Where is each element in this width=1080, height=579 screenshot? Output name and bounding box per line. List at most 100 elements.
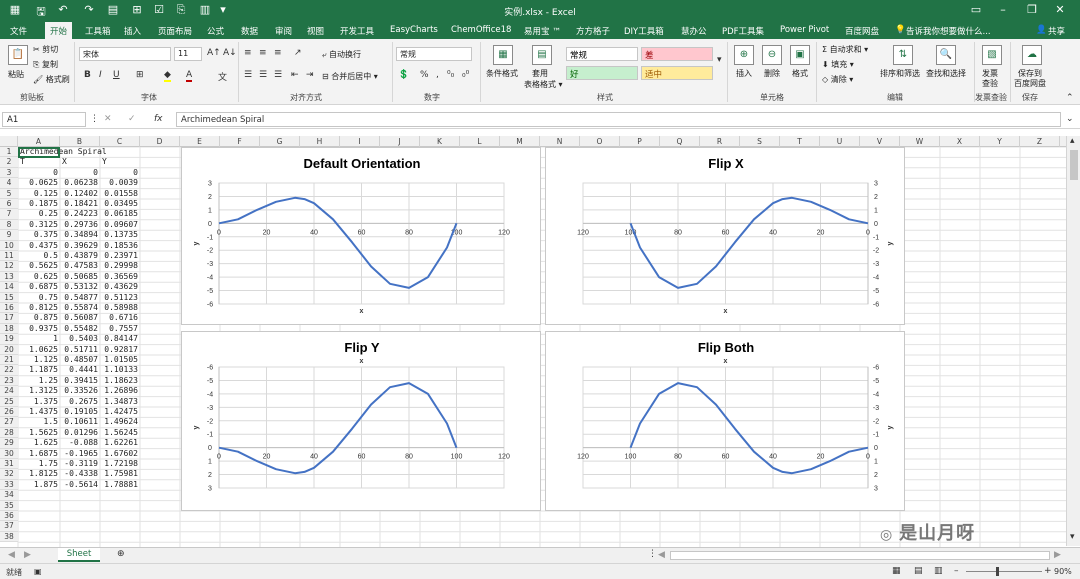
column-header[interactable]: I — [340, 136, 380, 147]
zoom-in-icon[interactable]: + — [1044, 566, 1052, 576]
table-cell[interactable]: 0.625 — [18, 272, 58, 282]
format-painter-button[interactable]: 🖌 格式刷 — [33, 74, 70, 85]
table-cell[interactable]: -0.5614 — [60, 480, 98, 490]
table-cell[interactable]: 0.3125 — [18, 220, 58, 230]
table-cell[interactable]: 1.6875 — [18, 449, 58, 459]
table-cell[interactable]: 1.72198 — [100, 459, 138, 469]
font-shrink-icon[interactable]: A↓ — [223, 48, 237, 58]
style-good[interactable]: 好 — [566, 66, 638, 80]
next-sheet-icon[interactable]: ▶ — [24, 550, 31, 560]
tab-developer[interactable]: 开发工具 — [340, 25, 374, 37]
sort-filter-icon[interactable]: ⇅ — [893, 45, 913, 65]
expand-formula-icon[interactable]: ⌄ — [1066, 114, 1074, 124]
table-cell[interactable]: 1.5625 — [18, 428, 58, 438]
tab-baidu-netdisk[interactable]: 百度网盘 — [845, 25, 879, 37]
row-header[interactable]: 8 — [0, 219, 18, 231]
row-header[interactable]: 36 — [0, 511, 18, 522]
underline-button[interactable]: U — [113, 70, 120, 80]
invoice-check-icon[interactable]: ▧ — [982, 45, 1002, 65]
table-cell[interactable]: 0.2675 — [60, 397, 98, 407]
row-header[interactable]: 1 — [0, 147, 18, 158]
row-header[interactable]: 28 — [0, 427, 18, 439]
column-header[interactable]: V — [860, 136, 900, 147]
table-cell[interactable]: 0.53132 — [60, 282, 98, 292]
insert-cells-button[interactable]: 插入 — [736, 68, 752, 79]
row-header[interactable]: 10 — [0, 240, 18, 251]
table-cell[interactable]: -0.3119 — [60, 459, 98, 469]
table-cell[interactable]: 1.62261 — [100, 438, 138, 448]
tab-easycharts[interactable]: EasyCharts — [390, 25, 438, 35]
table-cell[interactable]: 0.19105 — [60, 407, 98, 417]
table-cell[interactable]: 0.43879 — [60, 251, 98, 261]
table-cell[interactable]: 0 — [100, 168, 138, 178]
column-header[interactable]: S — [740, 136, 780, 147]
share-button[interactable]: 共享 — [1048, 25, 1065, 37]
table-cell[interactable]: 1.0625 — [18, 345, 58, 355]
column-header[interactable]: O — [580, 136, 620, 147]
paste-special-icon[interactable]: ▤ — [106, 3, 120, 16]
table-cell[interactable]: 0.875 — [18, 313, 58, 323]
find-select-button[interactable]: 查找和选择 — [926, 68, 966, 79]
table-cell[interactable]: 0.01558 — [100, 189, 138, 199]
orientation-icon[interactable]: ↗ — [294, 48, 302, 58]
format-cells-button[interactable]: 格式 — [792, 68, 808, 79]
tab-review[interactable]: 审阅 — [275, 25, 292, 37]
table-cell[interactable]: 0.5 — [18, 251, 58, 261]
table-cell[interactable]: 1.34873 — [100, 397, 138, 407]
table-cell[interactable]: 1.375 — [18, 397, 58, 407]
share-icon[interactable]: 👤 — [1036, 25, 1047, 35]
column-header[interactable]: T — [780, 136, 820, 147]
row-header[interactable]: 19 — [0, 334, 18, 345]
redo-icon[interactable]: ↷ — [82, 3, 96, 16]
table-cell[interactable]: 0.51711 — [60, 345, 98, 355]
row-header[interactable]: 12 — [0, 261, 18, 272]
column-header[interactable]: J — [380, 136, 420, 147]
table-cell[interactable]: 1.125 — [18, 355, 58, 365]
select-icon[interactable]: ☑ — [152, 3, 166, 16]
table-cell[interactable]: 0.50685 — [60, 272, 98, 282]
row-header[interactable]: 11 — [0, 251, 18, 262]
table-format-button[interactable]: 套用 — [532, 68, 548, 79]
row-header[interactable]: 13 — [0, 271, 18, 283]
table-cell[interactable]: 0.58988 — [100, 303, 138, 313]
column-header[interactable]: G — [260, 136, 300, 147]
font-name-select[interactable]: 宋体 — [79, 47, 171, 61]
confirm-entry-icon[interactable]: ✓ — [128, 114, 136, 124]
table-cell[interactable]: 0.8125 — [18, 303, 58, 313]
table-cell[interactable]: 0.29736 — [60, 220, 98, 230]
table-cell[interactable]: 0.25 — [18, 209, 58, 219]
row-header[interactable]: 20 — [0, 344, 18, 355]
italic-button[interactable]: I — [99, 70, 102, 80]
clear-button[interactable]: ◇ 清除 ▾ — [822, 74, 853, 85]
add-sheet-icon[interactable]: ⊕ — [117, 549, 125, 559]
table-cell[interactable]: 0.55482 — [60, 324, 98, 334]
row-header[interactable]: 23 — [0, 375, 18, 387]
table-cell[interactable]: 1.3125 — [18, 386, 58, 396]
column-header[interactable]: K — [420, 136, 460, 147]
row-header[interactable]: 3 — [0, 167, 18, 179]
column-header[interactable]: L — [460, 136, 500, 147]
table-cell[interactable]: 0.5403 — [60, 334, 98, 344]
table-cell[interactable]: 0.9375 — [18, 324, 58, 334]
chart-flip-both[interactable]: Flip Both -6 -5 -4 -3 -2 -1 0 1 2 3 0 20 40 60 80 100 120… — [545, 331, 905, 511]
tab-toolbox[interactable]: 工具箱 — [85, 25, 111, 37]
scroll-thumb[interactable] — [1070, 150, 1078, 180]
cancel-entry-icon[interactable]: ✕ — [104, 114, 112, 124]
column-header[interactable]: B — [60, 136, 100, 147]
table-cell[interactable]: 0.33526 — [60, 386, 98, 396]
row-header[interactable]: 35 — [0, 500, 18, 511]
conditional-format-button[interactable]: 条件格式 — [486, 68, 518, 79]
table-cell[interactable]: 0.01296 — [60, 428, 98, 438]
column-header[interactable]: A — [18, 136, 60, 147]
row-header[interactable]: 30 — [0, 448, 18, 459]
column-header[interactable]: Q — [660, 136, 700, 147]
tab-diy-toolbox[interactable]: DIY工具箱 — [624, 25, 664, 37]
table-cell[interactable]: 0.43629 — [100, 282, 138, 292]
row-header[interactable]: 4 — [0, 178, 18, 189]
cut-button[interactable]: ✂ 剪切 — [33, 44, 58, 55]
header-cell[interactable]: Y — [102, 157, 138, 167]
row-header[interactable]: 15 — [0, 292, 18, 303]
table-cell[interactable]: 0.0625 — [18, 178, 58, 188]
row-header[interactable]: 14 — [0, 282, 18, 293]
column-header[interactable]: W — [900, 136, 940, 147]
